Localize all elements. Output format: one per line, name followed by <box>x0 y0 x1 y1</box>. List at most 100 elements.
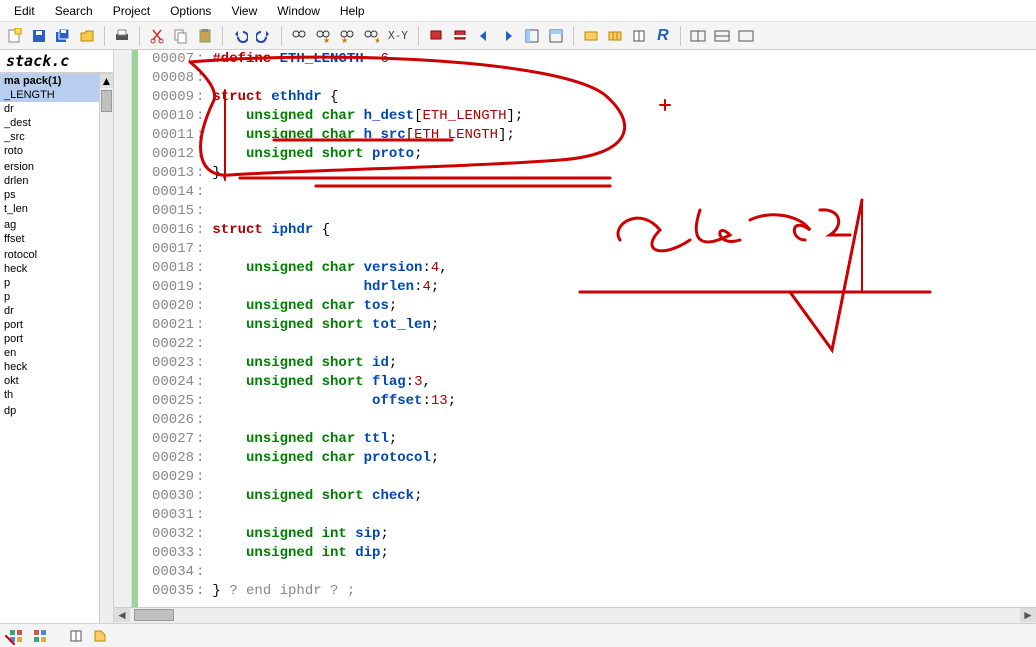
bb-icon1[interactable] <box>6 627 26 645</box>
symbol-item[interactable]: ps <box>0 188 99 202</box>
find-prev-button[interactable]: ★ <box>336 25 358 47</box>
find-button[interactable] <box>288 25 310 47</box>
code-line[interactable]: 00008: <box>144 69 1036 88</box>
code-line[interactable]: 00009:struct ethhdr { <box>144 88 1036 107</box>
code-line[interactable]: 00024: unsigned short flag:3, <box>144 373 1036 392</box>
scroll-right-icon[interactable]: ► <box>1020 608 1036 622</box>
symbol-item[interactable]: dp <box>0 404 99 418</box>
menu-view[interactable]: View <box>223 2 265 20</box>
nav-forward-button[interactable] <box>497 25 519 47</box>
symbol-item[interactable]: ffset <box>0 232 99 246</box>
undo-button[interactable] <box>229 25 251 47</box>
symbol-item[interactable]: dr <box>0 102 99 116</box>
find-files-button[interactable]: ★ <box>360 25 382 47</box>
menu-options[interactable]: Options <box>162 2 219 20</box>
code-line[interactable]: 00007:#define ETH_LENGTH 6 <box>144 50 1036 69</box>
symbol-item[interactable]: heck <box>0 360 99 374</box>
macro2-button[interactable] <box>604 25 626 47</box>
code-line[interactable]: 00010: unsigned char h_dest[ETH_LENGTH]; <box>144 107 1036 126</box>
code-editor[interactable]: 00007:#define ETH_LENGTH 600008:00009:st… <box>114 50 1036 623</box>
symbol-item[interactable]: port <box>0 318 99 332</box>
file-tab[interactable]: stack.c <box>0 50 113 73</box>
bookmark-set-button[interactable] <box>425 25 447 47</box>
symbol-item[interactable]: ma pack(1) <box>0 74 99 88</box>
sidebar-scrollbar[interactable]: ▲ <box>99 74 113 623</box>
book-button[interactable] <box>628 25 650 47</box>
code-line[interactable]: 00035:} ? end iphdr ? ; <box>144 582 1036 601</box>
code-line[interactable]: 00026: <box>144 411 1036 430</box>
code-line[interactable]: 00021: unsigned short tot_len; <box>144 316 1036 335</box>
bb-icon2[interactable] <box>30 627 50 645</box>
code-line[interactable]: 00028: unsigned char protocol; <box>144 449 1036 468</box>
bb-book-icon[interactable] <box>66 627 86 645</box>
code-line[interactable]: 00019: hdrlen:4; <box>144 278 1036 297</box>
menu-help[interactable]: Help <box>332 2 373 20</box>
redo-button[interactable] <box>253 25 275 47</box>
code-line[interactable]: 00033: unsigned int dip; <box>144 544 1036 563</box>
code-line[interactable]: 00030: unsigned short check; <box>144 487 1036 506</box>
window-single-button[interactable] <box>735 25 757 47</box>
paste-button[interactable] <box>194 25 216 47</box>
copy-button[interactable] <box>170 25 192 47</box>
editor-h-scrollbar[interactable]: ◄ ► <box>114 607 1036 623</box>
macro1-button[interactable] <box>580 25 602 47</box>
reference-button[interactable]: R <box>652 25 674 47</box>
menu-project[interactable]: Project <box>105 2 158 20</box>
menu-search[interactable]: Search <box>47 2 101 20</box>
symbol-item[interactable]: heck <box>0 262 99 276</box>
new-file-button[interactable] <box>4 25 26 47</box>
symbol-item[interactable]: th <box>0 388 99 402</box>
layout1-button[interactable] <box>521 25 543 47</box>
code-line[interactable]: 00027: unsigned char ttl; <box>144 430 1036 449</box>
code-line[interactable]: 00020: unsigned char tos; <box>144 297 1036 316</box>
bookmark-del-button[interactable] <box>449 25 471 47</box>
scroll-thumb[interactable] <box>101 90 112 112</box>
symbol-item[interactable]: _src <box>0 130 99 144</box>
code-line[interactable]: 00017: <box>144 240 1036 259</box>
scroll-left-icon[interactable]: ◄ <box>114 608 130 622</box>
bb-tag-icon[interactable] <box>90 627 110 645</box>
nav-back-button[interactable] <box>473 25 495 47</box>
symbol-item[interactable]: p <box>0 290 99 304</box>
print-button[interactable] <box>111 25 133 47</box>
open-folder-button[interactable] <box>76 25 98 47</box>
code-line[interactable]: 00015: <box>144 202 1036 221</box>
symbol-item[interactable]: drlen <box>0 174 99 188</box>
code-line[interactable]: 00013:}; <box>144 164 1036 183</box>
menu-window[interactable]: Window <box>269 2 328 20</box>
find-next-button[interactable]: ★ <box>312 25 334 47</box>
layout2-button[interactable] <box>545 25 567 47</box>
symbol-item[interactable]: dr <box>0 304 99 318</box>
symbol-item[interactable]: en <box>0 346 99 360</box>
code-line[interactable]: 00018: unsigned char version:4, <box>144 259 1036 278</box>
symbol-item[interactable]: ag <box>0 218 99 232</box>
cut-button[interactable] <box>146 25 168 47</box>
symbol-item[interactable]: rotocol <box>0 248 99 262</box>
symbol-item[interactable]: okt <box>0 374 99 388</box>
symbol-item[interactable]: ersion <box>0 160 99 174</box>
code-line[interactable]: 00031: <box>144 506 1036 525</box>
scroll-up-icon[interactable]: ▲ <box>100 74 113 88</box>
code-line[interactable]: 00023: unsigned short id; <box>144 354 1036 373</box>
code-line[interactable]: 00032: unsigned int sip; <box>144 525 1036 544</box>
symbol-item[interactable]: t_len <box>0 202 99 216</box>
code-line[interactable]: 00029: <box>144 468 1036 487</box>
code-line[interactable]: 00016:struct iphdr { <box>144 221 1036 240</box>
symbol-item[interactable]: _LENGTH <box>0 88 99 102</box>
symbol-item[interactable]: _dest <box>0 116 99 130</box>
code-line[interactable]: 00022: <box>144 335 1036 354</box>
h-scroll-thumb[interactable] <box>134 609 174 621</box>
symbol-item[interactable]: p <box>0 276 99 290</box>
symbol-item[interactable]: port <box>0 332 99 346</box>
window-split-v-button[interactable] <box>711 25 733 47</box>
code-line[interactable]: 00014: <box>144 183 1036 202</box>
code-line[interactable]: 00034: <box>144 563 1036 582</box>
save-all-button[interactable] <box>52 25 74 47</box>
symbol-item[interactable]: roto <box>0 144 99 158</box>
menu-edit[interactable]: Edit <box>6 2 43 20</box>
code-line[interactable]: 00011: unsigned char h_src[ETH_LENGTH]; <box>144 126 1036 145</box>
code-line[interactable]: 00012: unsigned short proto; <box>144 145 1036 164</box>
code-body[interactable]: 00007:#define ETH_LENGTH 600008:00009:st… <box>144 50 1036 607</box>
code-line[interactable]: 00025: offset:13; <box>144 392 1036 411</box>
save-button[interactable] <box>28 25 50 47</box>
